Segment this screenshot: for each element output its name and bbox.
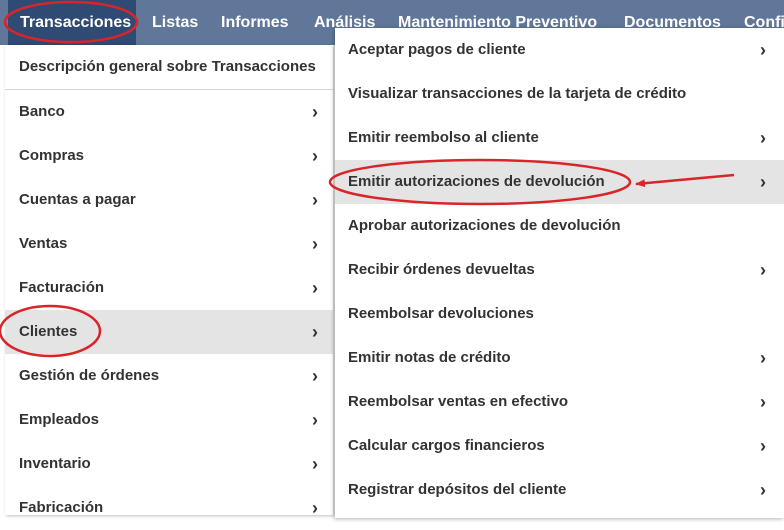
menu-item-label: Cuentas a pagar [19,191,136,208]
submenu-item-emitir-notas-credito[interactable]: Emitir notas de crédito › [335,336,784,380]
submenu-item-emitir-reembolso[interactable]: Emitir reembolso al cliente › [335,116,784,160]
submenu-item-registrar-depositos-cliente[interactable]: Registrar depósitos del cliente › [335,468,784,512]
menu-item-label: Visualizar transacciones de la tarjeta d… [348,85,687,102]
menu-item-label: Reembolsar ventas en efectivo [348,393,569,410]
menu-item-label: Clientes [19,323,78,340]
menu-item-gestion-de-ordenes[interactable]: Gestión de órdenes › [5,354,333,398]
submenu-item-calcular-cargos-financieros[interactable]: Calcular cargos financieros › [335,424,784,468]
menu-item-label: Calcular cargos financieros [348,437,545,454]
nav-informes[interactable]: Informes [221,0,289,45]
menu-item-label: Emitir notas de crédito [348,349,511,366]
chevron-right-icon: › [312,366,318,386]
chevron-right-icon: › [760,348,766,368]
menu-item-label: Ventas [19,235,68,252]
menu-item-label: Aceptar pagos de cliente [348,41,526,58]
menu-item-empleados[interactable]: Empleados › [5,398,333,442]
menu-item-overview[interactable]: Descripción general sobre Transacciones [5,45,333,89]
menu-item-label: Recibir órdenes devueltas [348,261,535,278]
menu-item-label: Reembolsar devoluciones [348,305,534,322]
submenu-item-visualizar-transacciones-tarjeta[interactable]: Visualizar transacciones de la tarjeta d… [335,72,784,116]
chevron-right-icon: › [312,498,318,518]
chevron-right-icon: › [760,260,766,280]
menu-item-label: Gestión de órdenes [19,367,160,384]
menu-item-label: Inventario [19,455,91,472]
clientes-submenu: Aceptar pagos de cliente › Visualizar tr… [335,28,784,518]
menu-item-label: Registrar depósitos del cliente [348,481,567,498]
chevron-right-icon: › [312,234,318,254]
submenu-item-aceptar-pagos[interactable]: Aceptar pagos de cliente › [335,28,784,72]
chevron-right-icon: › [760,172,766,192]
menu-item-label: Fabricación [19,499,104,516]
menu-item-cuentas-a-pagar[interactable]: Cuentas a pagar › [5,178,333,222]
menu-item-banco[interactable]: Banco › [5,90,333,134]
submenu-item-recibir-ordenes-devueltas[interactable]: Recibir órdenes devueltas › [335,248,784,292]
submenu-item-reembolsar-ventas-efectivo[interactable]: Reembolsar ventas en efectivo › [335,380,784,424]
menu-item-compras[interactable]: Compras › [5,134,333,178]
chevron-right-icon: › [760,436,766,456]
menu-item-label: Banco [19,103,65,120]
menu-item-facturacion[interactable]: Facturación › [5,266,333,310]
submenu-item-reembolsar-devoluciones[interactable]: Reembolsar devoluciones [335,292,784,336]
chevron-right-icon: › [760,40,766,60]
chevron-right-icon: › [760,480,766,500]
menu-item-label: Facturación [19,279,105,296]
menu-item-label: Empleados [19,411,100,428]
chevron-right-icon: › [312,102,318,122]
menu-item-label: Descripción general sobre Transacciones [19,58,316,75]
menu-item-inventario[interactable]: Inventario › [5,442,333,486]
menu-item-label: Aprobar autorizaciones de devolución [348,217,621,234]
menu-item-label: Emitir reembolso al cliente [348,129,539,146]
menu-item-clientes[interactable]: Clientes › [5,310,333,354]
chevron-right-icon: › [312,454,318,474]
chevron-right-icon: › [760,128,766,148]
nav-listas[interactable]: Listas [152,0,198,45]
menu-item-label: Emitir autorizaciones de devolución [348,173,605,190]
chevron-right-icon: › [312,190,318,210]
chevron-right-icon: › [312,278,318,298]
menu-item-label: Compras [19,147,85,164]
menu-item-fabricacion[interactable]: Fabricación › [5,486,333,530]
chevron-right-icon: › [312,322,318,342]
transacciones-menu: Descripción general sobre Transacciones … [5,45,333,518]
chevron-right-icon: › [760,392,766,412]
chevron-right-icon: › [312,146,318,166]
submenu-item-emitir-autorizaciones-devolucion[interactable]: Emitir autorizaciones de devolución › [335,160,784,204]
chevron-right-icon: › [312,410,318,430]
menu-item-ventas[interactable]: Ventas › [5,222,333,266]
nav-transacciones[interactable]: Transacciones [8,0,136,45]
submenu-item-aprobar-autorizaciones-devolucion[interactable]: Aprobar autorizaciones de devolución [335,204,784,248]
